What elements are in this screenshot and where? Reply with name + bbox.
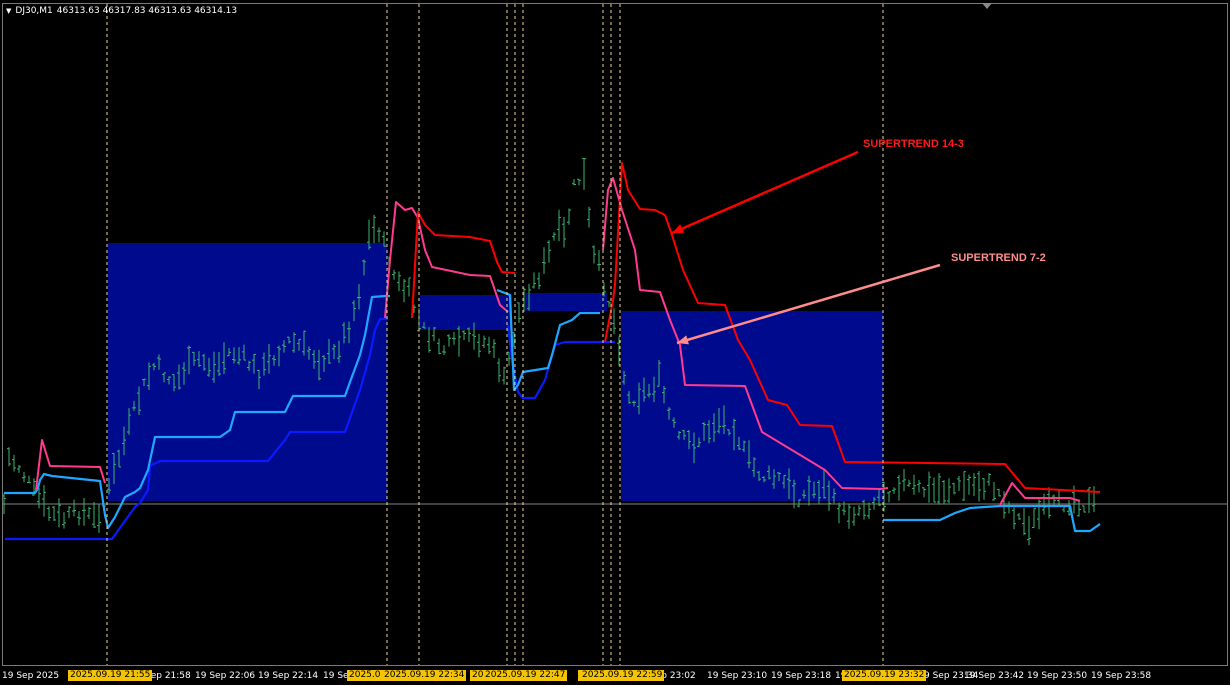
price-chart[interactable]: [0, 0, 1230, 666]
time-axis-label: 19 Sep 23:50: [1027, 671, 1088, 681]
time-axis: 19 Sep 2025 Sep 21:58 19 Sep 22:06 19 Sep 2…: [0, 667, 1230, 685]
time-axis-label: 19 Sep 23:10: [707, 671, 768, 681]
vertical-line-time-label: 2025.09.19 22:34: [382, 670, 467, 681]
vertical-line-time-label: 2025.09.19 22:47: [483, 670, 568, 681]
arrow-supertrend-14-3: [671, 150, 859, 235]
zone-rect: [525, 293, 607, 311]
vertical-line-time-label: 2025.09.19 23:32: [842, 670, 927, 681]
time-axis-label: 19 Sep 2025: [2, 671, 60, 681]
symbol-header: ▼ DJ30,M1 46313.63 46317.83 46313.63 463…: [6, 6, 237, 16]
vertical-line-time-label: 2025.09.19 21:55: [68, 670, 153, 681]
symbol-name: DJ30,M1: [15, 6, 53, 16]
supertrend-7-2-support-line-3: [883, 504, 1101, 533]
time-axis-label: 19 Sep 23:42: [964, 671, 1025, 681]
vertical-line-time-label: 2025.09.19 22:59: [580, 670, 665, 681]
time-axis-label: 19 Sep 22:14: [258, 671, 319, 681]
chart-window[interactable]: ▼ DJ30,M1 46313.63 46317.83 46313.63 463…: [0, 0, 1230, 685]
annotation-supertrend-7-2: SUPERTREND 7-2: [951, 252, 1046, 264]
chevron-down-icon[interactable]: ▼: [6, 7, 11, 15]
quote-values: 46313.63 46317.83 46313.63 46314.13: [56, 6, 238, 16]
time-axis-label: 19 Sep 22:06: [195, 671, 256, 681]
supertrend-14-3-support-line-2: [506, 324, 615, 400]
scroll-marker-icon[interactable]: [982, 3, 992, 9]
time-axis-label: 19 Sep 23:18: [771, 671, 832, 681]
time-axis-label: 19 Se: [323, 671, 349, 681]
annotation-supertrend-14-3: SUPERTREND 14-3: [863, 138, 964, 150]
time-axis-label: 19 Sep 23:58: [1091, 671, 1152, 681]
supertrend-7-2-line-1: [35, 439, 106, 491]
vertical-line-time-label: 2025.0: [347, 670, 383, 681]
